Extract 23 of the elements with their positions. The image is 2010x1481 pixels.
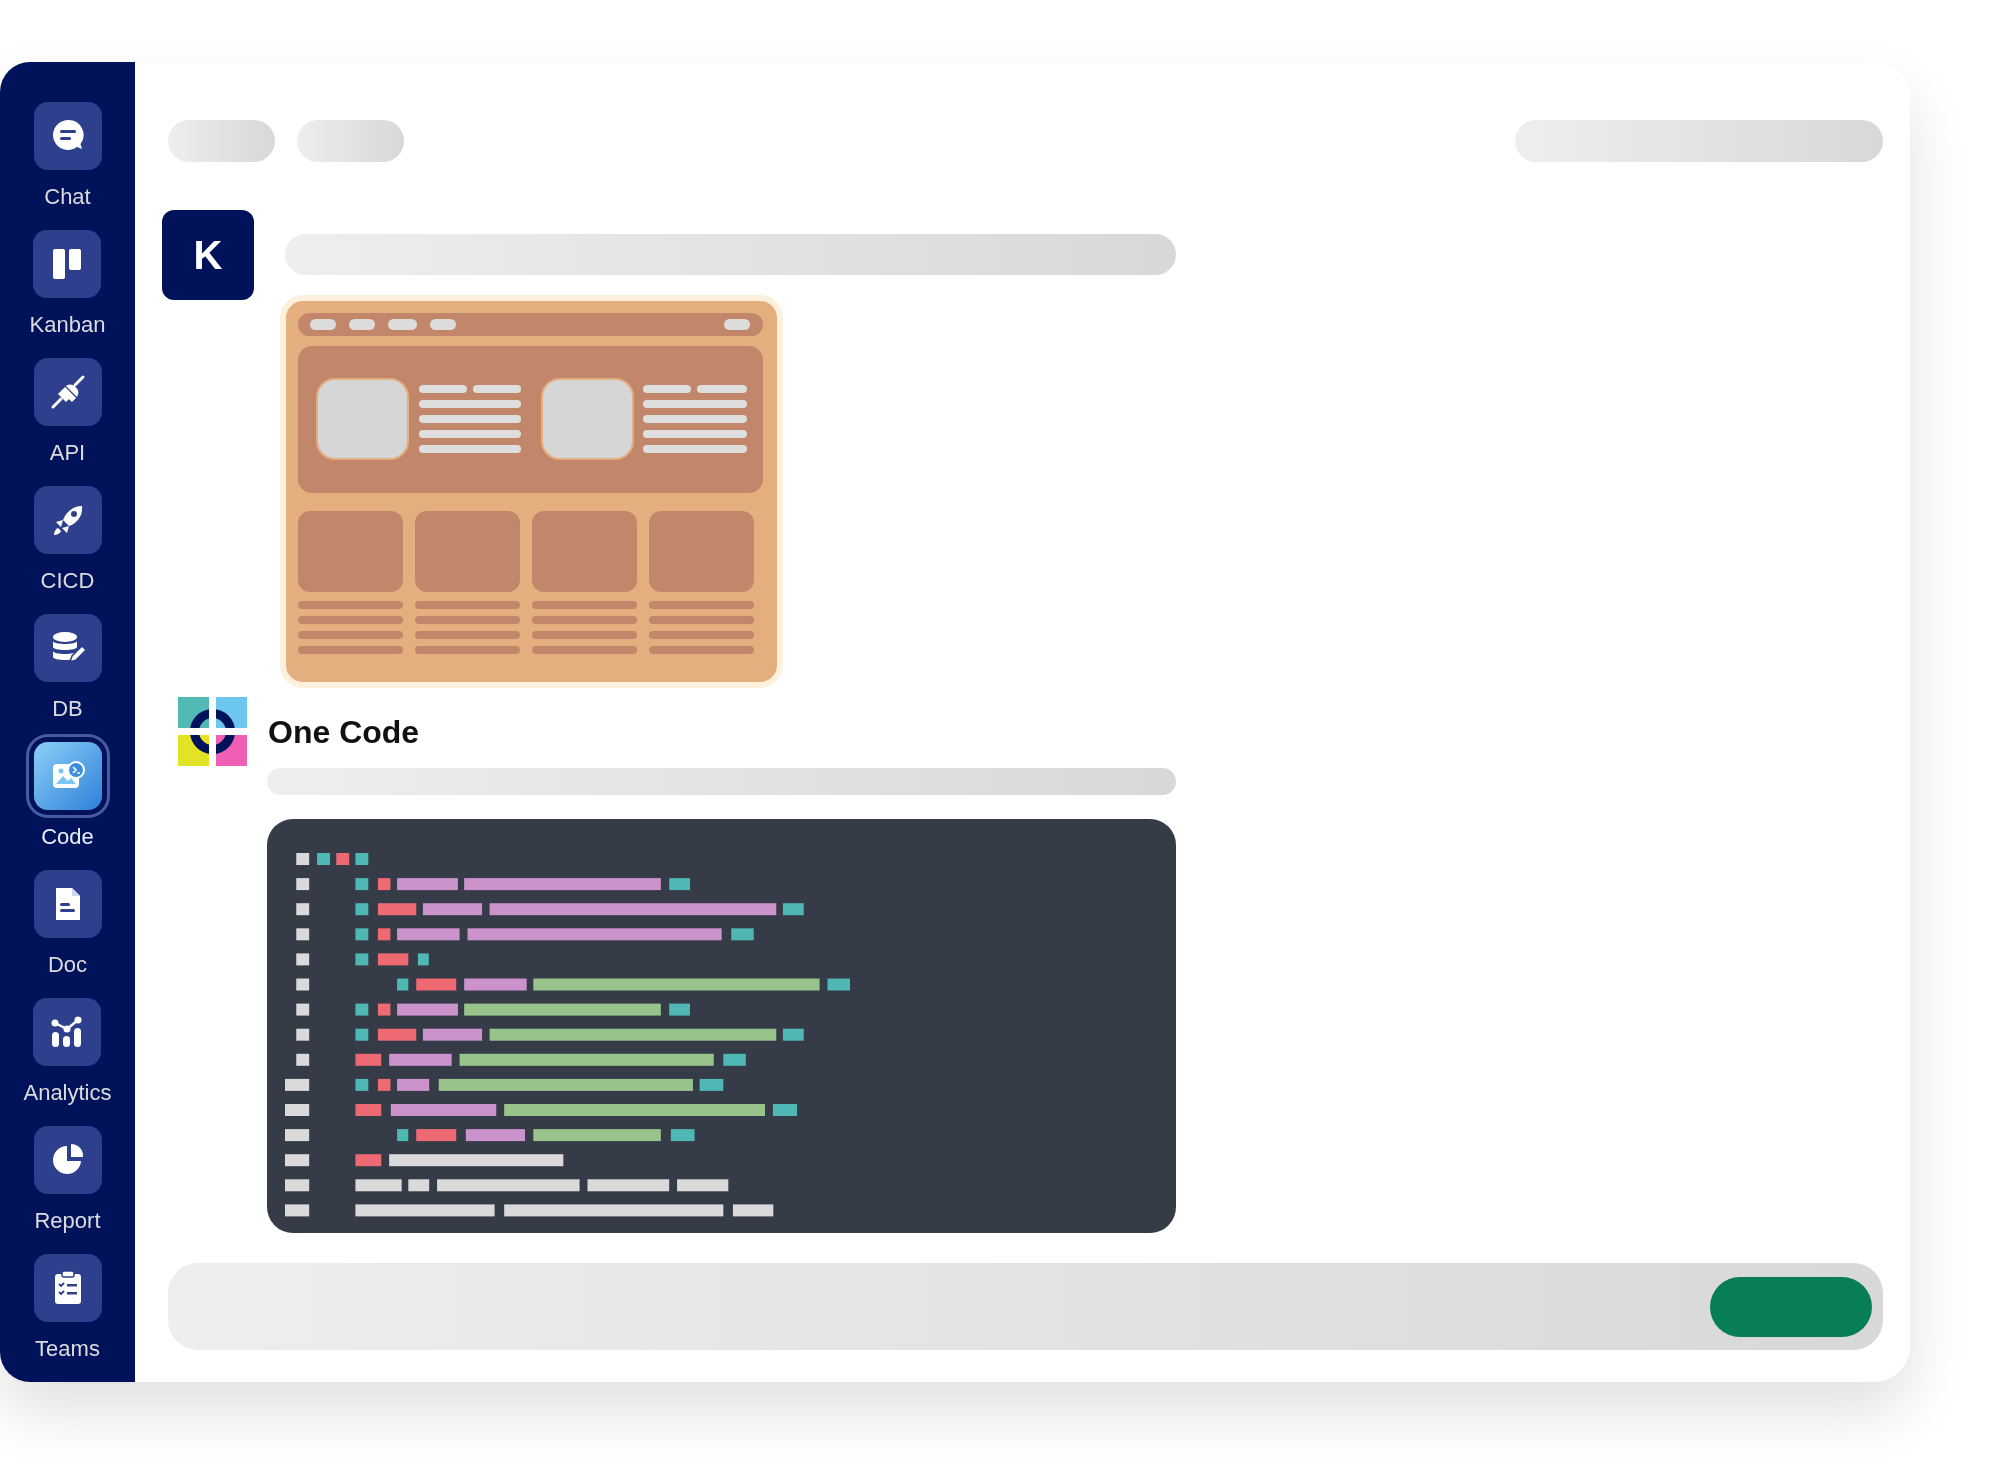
sidebar-label: Kanban [29,312,106,338]
sidebar-label: Code [41,824,94,850]
sidebar-button[interactable] [33,230,102,298]
user-avatar: K [162,210,254,300]
logo-icon [178,697,247,766]
sidebar-label: Chat [44,184,91,210]
message-input[interactable] [168,1263,1883,1350]
sidebar-label: DB [52,696,83,722]
sidebar-button[interactable] [33,486,102,554]
sidebar-button[interactable] [33,358,102,426]
sidebar-button[interactable] [33,614,102,682]
sidebar-button[interactable] [33,1254,102,1322]
sidebar-button[interactable] [33,1126,102,1194]
sidebar-label: Report [34,1208,101,1234]
sidebar-label: Analytics [23,1080,112,1106]
sidebar-button[interactable] [33,102,102,170]
bot-name: One Code [268,712,420,752]
sidebar-label: Doc [47,952,88,978]
sidebar-label: API [49,440,86,466]
sidebar-label: CICD [40,568,95,594]
sidebar-button[interactable] [33,870,102,938]
sidebar-button[interactable] [33,998,102,1066]
sidebar-label: Teams [35,1336,100,1362]
